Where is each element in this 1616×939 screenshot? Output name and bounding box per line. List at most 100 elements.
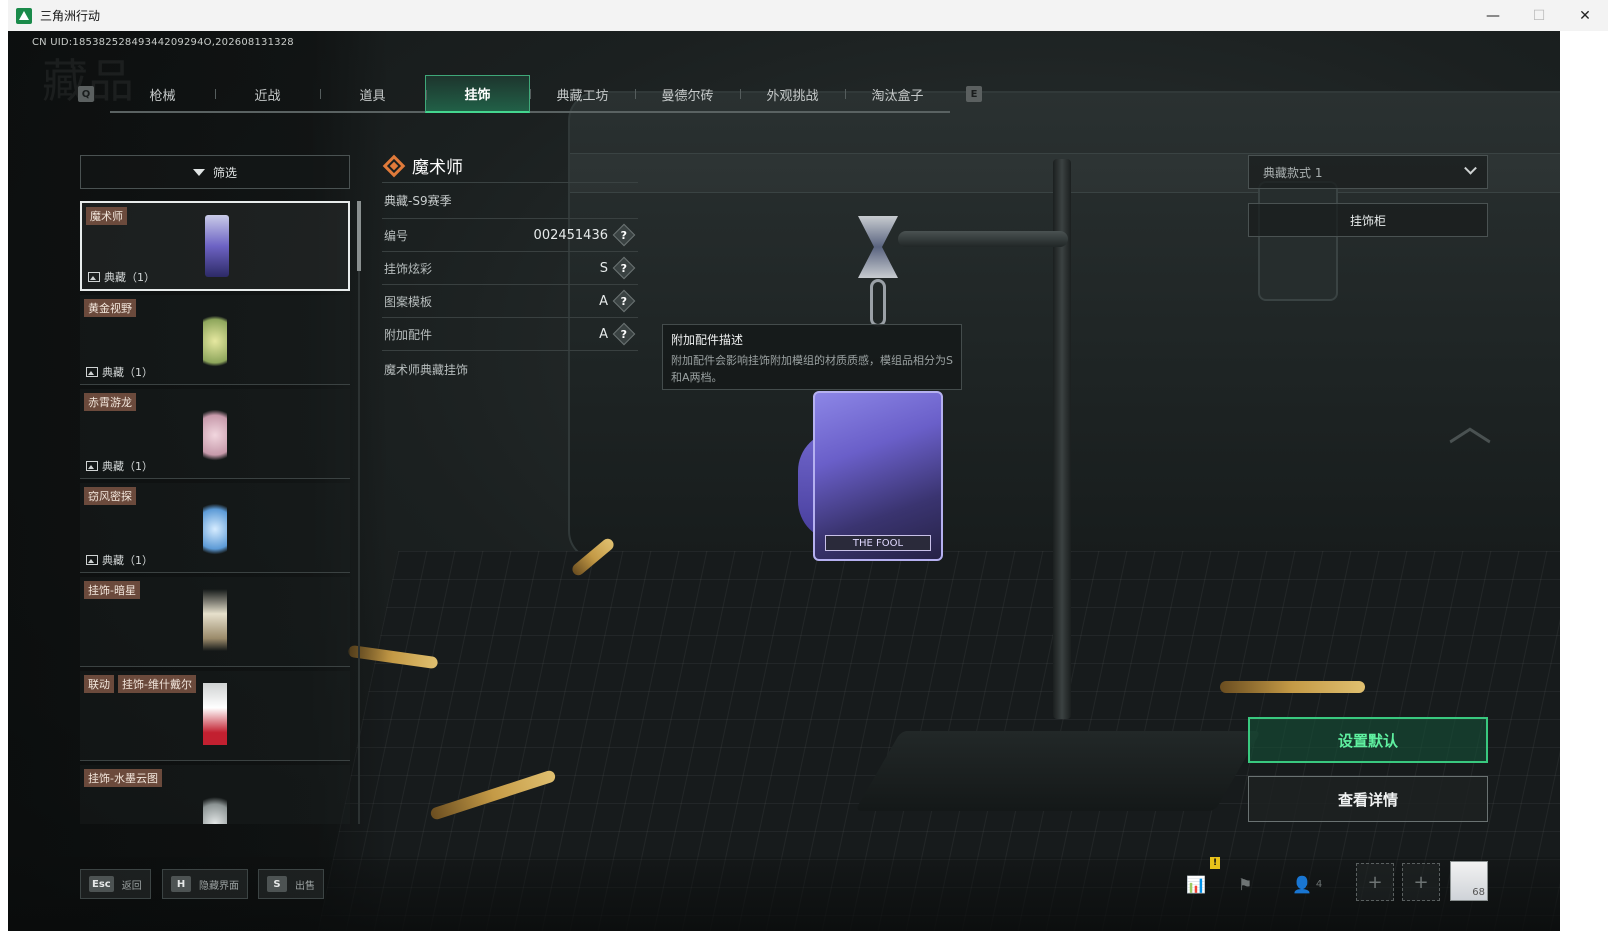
key-cap: H [171, 876, 191, 892]
tab-guns[interactable]: 枪械 [110, 75, 215, 113]
image-icon [86, 461, 98, 471]
item-count: 典藏（1） [86, 458, 153, 474]
item-count-label: 典藏（1） [102, 366, 153, 379]
tooltip-title: 附加配件描述 [671, 333, 744, 347]
charm-thumbnail [203, 589, 227, 651]
filter-label: 筛选 [212, 165, 237, 180]
season-label: 典藏-S9赛季 [384, 194, 452, 208]
item-count-label: 典藏（1） [104, 271, 155, 284]
item-name: 挂饰-维什戴尔 [118, 675, 196, 693]
list-item[interactable]: 赤霄游龙 典藏（1） [80, 389, 350, 479]
item-name-tag: 赤霄游龙 [84, 393, 136, 411]
help-glyph: ? [620, 294, 628, 308]
prev-tab-key[interactable]: Q [78, 86, 94, 102]
list-item[interactable]: 黄金视野 典藏（1） [80, 295, 350, 385]
row-label: 附加配件 [384, 327, 433, 342]
tooltip-body: 附加配件会影响挂饰附加模组的材质质感，模组品相分为S和A两档。 [671, 354, 953, 384]
help-glyph: ? [620, 327, 628, 341]
collab-tag: 联动 [84, 675, 114, 693]
funnel-icon [192, 168, 205, 176]
uid-text: CN UID:18538252849344209294O,20260813132… [32, 37, 294, 48]
tab-appearance-challenge[interactable]: 外观挑战 [740, 75, 845, 113]
tab-items[interactable]: 道具 [320, 75, 425, 113]
maximize-button[interactable]: ☐ [1516, 0, 1562, 31]
charm-detail-panel: 魔术师 典藏-S9赛季 编号 002451436 ? 挂饰炫彩 S ? 图案模板… [382, 149, 638, 387]
window-title: 三角洲行动 [40, 9, 101, 23]
row-label: 编号 [384, 228, 409, 243]
warning-badge: ! [1210, 857, 1220, 869]
key-cap: Esc [89, 876, 114, 892]
window-titlebar: 三角洲行动 — ☐ ✕ [8, 0, 1608, 31]
filter-button[interactable]: 筛选 [80, 155, 350, 189]
item-name-tag: 挂饰-水墨云图 [84, 769, 162, 787]
list-item[interactable]: 联动 挂饰-维什戴尔 [80, 671, 350, 761]
hint-label: 返回 [121, 880, 142, 892]
item-name-tag: 魔术师 [86, 207, 127, 225]
tab-collection-workshop[interactable]: 典藏工坊 [530, 75, 635, 113]
tab-melee[interactable]: 近战 [215, 75, 320, 113]
help-icon[interactable]: ? [612, 322, 636, 346]
hint-label: 隐藏界面 [199, 880, 239, 892]
tab-mandel-brick[interactable]: 曼德尔砖 [635, 75, 740, 113]
person-icon: 👤 [1292, 874, 1312, 894]
detail-row-accessory: 附加配件 A ? [382, 318, 638, 351]
help-icon[interactable]: ? [612, 289, 636, 313]
item-count-label: 典藏（1） [102, 554, 153, 567]
item-count: 典藏（1） [86, 552, 153, 568]
hint-label: 出售 [295, 880, 315, 892]
chevron-up-icon: ︿ [1448, 400, 1492, 451]
detail-title-text: 魔术师 [412, 158, 463, 178]
list-item[interactable]: 魔术师 典藏（1） [80, 201, 350, 291]
charm-list: 魔术师 典藏（1） 黄金视野 典藏（1） 赤霄游龙 典藏（1） 窃风密探 典藏（… [80, 201, 350, 824]
image-icon [88, 272, 100, 282]
list-scrollbar[interactable] [357, 201, 361, 824]
esc-back-hint[interactable]: Esc 返回 [80, 869, 151, 899]
charm-card-preview[interactable]: THE FOOL [813, 391, 943, 561]
item-name-tag: 挂饰-暗星 [84, 581, 140, 599]
help-icon[interactable]: ? [612, 223, 636, 247]
avatar-level: 68 [1472, 887, 1485, 898]
detail-description: 魔术师典藏挂饰 [384, 362, 469, 377]
sell-hint[interactable]: S 出售 [258, 869, 324, 899]
flag-icon[interactable]: ⚑ [1238, 867, 1252, 901]
charm-cabinet-button[interactable]: 挂饰柜 [1248, 203, 1488, 237]
avatar[interactable]: 68 [1450, 861, 1488, 901]
row-label: 图案模板 [384, 294, 433, 309]
stats-icon[interactable]: 📊 [1186, 867, 1206, 901]
detail-row-pattern: 图案模板 A ? [382, 285, 638, 318]
tab-elimination-box[interactable]: 淘汰盒子 [845, 75, 950, 113]
view-details-button[interactable]: 查看详情 [1248, 776, 1488, 822]
scrollbar-thumb[interactable] [357, 201, 361, 271]
list-item[interactable]: 窃风密探 典藏（1） [80, 483, 350, 573]
chevron-down-icon [1464, 161, 1477, 175]
empty-slot[interactable]: + [1356, 863, 1394, 901]
list-item[interactable]: 挂饰-暗星 [80, 577, 350, 667]
key-cap: S [267, 876, 287, 892]
list-item[interactable]: 挂饰-水墨云图 [80, 765, 350, 824]
tab-charms[interactable]: 挂饰 [425, 75, 530, 113]
app-logo-icon [16, 7, 32, 24]
help-icon[interactable]: ? [612, 256, 636, 280]
empty-slot[interactable]: + [1402, 863, 1440, 901]
item-name-tag: 黄金视野 [84, 299, 136, 317]
set-default-button[interactable]: 设置默认 [1248, 717, 1488, 763]
image-icon [86, 367, 98, 377]
friends-icon[interactable]: 👤 4 [1292, 867, 1322, 901]
row-value: 002451436 [533, 227, 608, 243]
item-name-tag: 窃风密探 [84, 487, 136, 505]
help-glyph: ? [620, 261, 628, 275]
item-count: 典藏（1） [88, 269, 155, 285]
next-tab-key[interactable]: E [966, 86, 982, 102]
detail-row-serial: 编号 002451436 ? [382, 219, 638, 252]
bullet-prop [1220, 681, 1365, 693]
minimize-button[interactable]: — [1470, 0, 1516, 31]
style-dropdown[interactable]: 典藏款式 1 [1248, 155, 1488, 189]
stand-base [854, 731, 1262, 811]
row-value: S [599, 260, 608, 276]
hide-ui-hint[interactable]: H 隐藏界面 [162, 869, 248, 899]
detail-title: 魔术师 [382, 149, 638, 183]
row-value: A [599, 326, 608, 342]
close-button[interactable]: ✕ [1562, 0, 1608, 31]
dropdown-value: 典藏款式 1 [1263, 165, 1323, 180]
category-tabs: Q 枪械 近战 道具 挂饰 典藏工坊 曼德尔砖 外观挑战 淘汰盒子 E [78, 75, 982, 113]
